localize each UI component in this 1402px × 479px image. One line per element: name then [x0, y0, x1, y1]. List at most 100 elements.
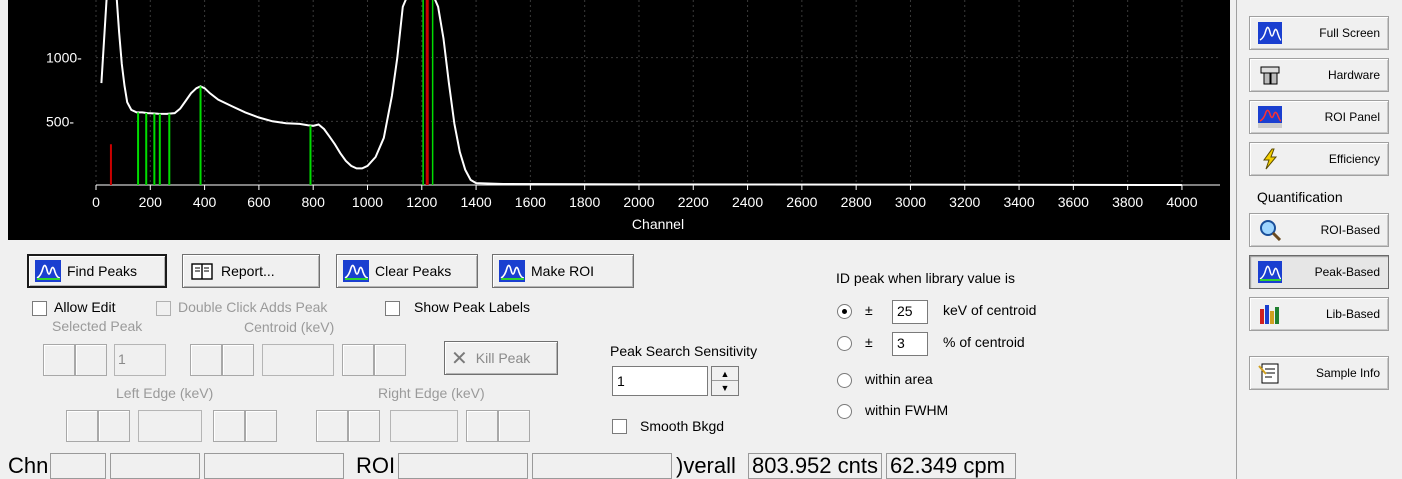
sample-info-button[interactable]: Sample Info [1249, 356, 1389, 390]
x-tick-label: 3400 [1003, 194, 1034, 210]
find-peaks-button[interactable]: Find Peaks [27, 254, 167, 288]
x-tick-label: 2400 [732, 194, 763, 210]
pct-radio[interactable] [837, 336, 852, 351]
within-area-radio[interactable] [837, 373, 852, 388]
x-tick-label: 1600 [515, 194, 546, 210]
roi-panel-label: ROI Panel [1324, 110, 1380, 124]
kill-peak-button[interactable]: ✕ Kill Peak [444, 341, 558, 375]
within-area-label: within area [865, 371, 933, 387]
peak-based-button[interactable]: Peak-Based [1249, 255, 1389, 289]
next-peak-button[interactable] [75, 344, 107, 376]
quantification-label: Quantification [1257, 189, 1343, 205]
x-tick-label: 2200 [678, 194, 709, 210]
sample-info-icon [1258, 362, 1282, 384]
peak-icon [35, 260, 61, 282]
selected-peak-field[interactable]: 1 [114, 344, 166, 376]
pct-plusminus: ± [865, 334, 873, 350]
x-tick-label: 1000 [352, 194, 383, 210]
lightning-icon [1258, 148, 1282, 170]
y-tick-label: 1000- [46, 50, 82, 66]
y-tick-label: 1500- [46, 0, 82, 2]
smooth-bkgd-label: Smooth Bkgd [640, 418, 725, 434]
chevron-up-icon[interactable]: ▲ [712, 367, 738, 381]
report-button[interactable]: Report... [182, 254, 320, 288]
x-tick-label: 200 [139, 194, 163, 210]
peak-icon [343, 260, 369, 282]
centroid-up-button[interactable] [342, 344, 374, 376]
double-click-checkbox[interactable] [156, 301, 171, 316]
right-edge-up-button[interactable] [466, 410, 498, 442]
smooth-bkgd-checkbox[interactable] [612, 419, 627, 434]
overall-cpm-field: 62.349 cpm [886, 453, 1016, 479]
kev-radio[interactable] [837, 304, 852, 319]
peak-based-label: Peak-Based [1314, 265, 1380, 279]
show-labels-checkbox[interactable] [385, 301, 400, 316]
kev-plusminus: ± [865, 302, 873, 318]
right-edge-up2-button[interactable] [498, 410, 530, 442]
left-edge-down2-button[interactable] [98, 410, 130, 442]
lib-based-button[interactable]: Lib-Based [1249, 297, 1389, 331]
x-tick-label: 2000 [623, 194, 654, 210]
left-edge-field[interactable] [138, 410, 202, 442]
pct-input[interactable]: 3 [892, 332, 928, 356]
centroid-label: Centroid (keV) [244, 319, 335, 335]
centroid-up2-button[interactable] [374, 344, 406, 376]
left-edge-up2-button[interactable] [245, 410, 277, 442]
left-edge-up-button[interactable] [213, 410, 245, 442]
report-label: Report... [221, 263, 275, 279]
hardware-button[interactable]: Hardware [1249, 58, 1389, 92]
x-axis-label: Channel [632, 216, 684, 232]
roi-field-2 [532, 453, 672, 479]
full-screen-button[interactable]: Full Screen [1249, 16, 1389, 50]
x-tick-label: 3200 [949, 194, 980, 210]
right-edge-down2-button[interactable] [348, 410, 380, 442]
centroid-field[interactable] [262, 344, 334, 376]
overall-label: )verall [676, 453, 736, 478]
find-peaks-label: Find Peaks [67, 263, 138, 279]
x-tick-label: 3000 [895, 194, 926, 210]
within-fwhm-radio[interactable] [837, 404, 852, 419]
left-edge-down-button[interactable] [66, 410, 98, 442]
centroid-down-button[interactable] [190, 344, 222, 376]
left-edge-label: Left Edge (keV) [116, 385, 214, 401]
main-area: 0 200 400 600 800 1000 1200 1400 1600 1800 2000 220… [0, 0, 1236, 479]
spectrum-plot[interactable]: 0 200 400 600 800 1000 1200 1400 1600 1800 2000 220… [8, 0, 1230, 240]
close-icon: ✕ [451, 347, 468, 370]
x-tick-label: 3800 [1112, 194, 1143, 210]
right-toolbar: Full Screen Hardware ROI Panel Efficienc… [1236, 0, 1402, 479]
chn-field-3 [204, 453, 344, 479]
sensitivity-input[interactable]: 1 [612, 366, 708, 396]
allow-edit-checkbox[interactable] [32, 301, 47, 316]
roi-panel-button[interactable]: ROI Panel [1249, 100, 1389, 134]
chevron-down-icon[interactable]: ▼ [712, 381, 738, 395]
book-icon [189, 260, 215, 282]
peak-icon [499, 260, 525, 282]
make-roi-button[interactable]: Make ROI [492, 254, 634, 288]
x-tick-label: 800 [302, 194, 326, 210]
spectrum-chart[interactable]: 0 200 400 600 800 1000 1200 1400 1600 1800 2000 220… [8, 0, 1230, 240]
x-tick-label: 1800 [569, 194, 600, 210]
double-click-label: Double Click Adds Peak [178, 299, 328, 315]
right-edge-field[interactable] [390, 410, 458, 442]
kev-input[interactable]: 25 [892, 300, 928, 324]
efficiency-button[interactable]: Efficiency [1249, 142, 1389, 176]
centroid-down2-button[interactable] [222, 344, 254, 376]
sensitivity-spinner[interactable]: ▲ ▼ [711, 366, 739, 396]
x-tick-label: 4000 [1166, 194, 1197, 210]
id-header-label: ID peak when library value is [836, 270, 1015, 286]
pct-suffix: % of centroid [943, 334, 1025, 350]
clear-peaks-label: Clear Peaks [375, 263, 452, 279]
overall-counts-field: 803.952 cnts [748, 453, 882, 479]
sensitivity-label: Peak Search Sensitivity [610, 343, 758, 359]
right-edge-down-button[interactable] [316, 410, 348, 442]
full-screen-label: Full Screen [1319, 26, 1380, 40]
x-tick-label: 2600 [786, 194, 817, 210]
chn-field-2 [110, 453, 200, 479]
roi-based-label: ROI-Based [1320, 223, 1380, 237]
clear-peaks-button[interactable]: Clear Peaks [336, 254, 478, 288]
prev-peak-button[interactable] [43, 344, 75, 376]
spectrum-line [100, 0, 1182, 186]
roi-based-button[interactable]: ROI-Based [1249, 213, 1389, 247]
within-fwhm-label: within FWHM [865, 402, 949, 418]
peak-icon [1258, 261, 1282, 283]
